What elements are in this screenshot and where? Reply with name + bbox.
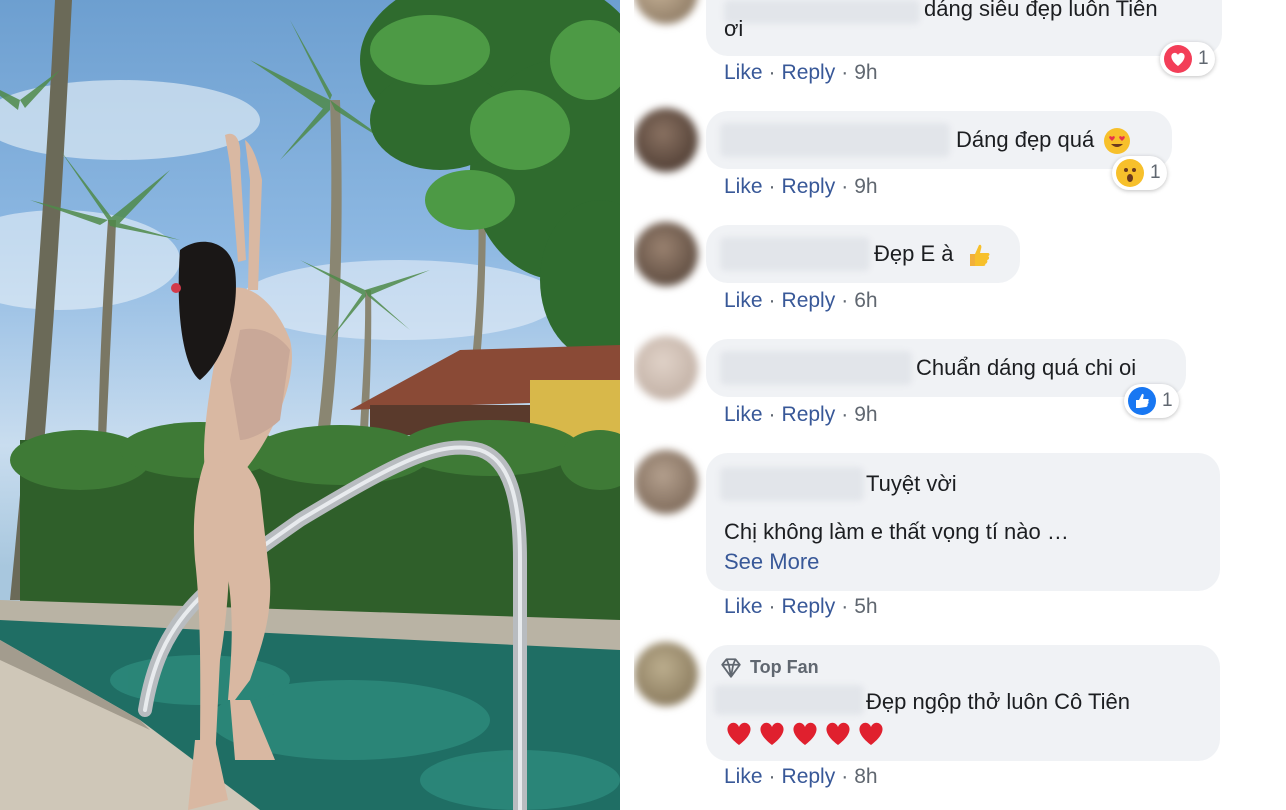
reply-link[interactable]: Reply <box>782 175 836 198</box>
separator: · <box>841 595 849 618</box>
commenter-name[interactable] <box>724 0 920 24</box>
like-link[interactable]: Like <box>724 61 763 84</box>
reply-link[interactable]: Reply <box>782 61 836 84</box>
comment-text: Đẹp E à <box>874 239 992 269</box>
comment-text: Đẹp ngộp thở luôn Cô Tiên <box>866 689 1130 714</box>
like-link[interactable]: Like <box>724 175 763 198</box>
separator: · <box>768 175 776 198</box>
comment-text-line2: ơi <box>724 16 744 41</box>
reply-link[interactable]: Reply <box>782 403 836 426</box>
wow-reaction-icon <box>1116 159 1144 187</box>
post-photo[interactable] <box>0 0 620 810</box>
red-heart-emoji-row <box>724 719 886 747</box>
comment-text: dáng siêu đẹp luôn Tiên <box>924 0 1158 21</box>
comment-time[interactable]: 9h <box>854 403 877 426</box>
heart-eyes-emoji-icon <box>1104 128 1131 155</box>
commenter-name[interactable] <box>720 467 864 501</box>
avatar[interactable] <box>634 108 698 172</box>
separator: · <box>768 61 776 84</box>
comment-bubble: Tuyệt vời Chị không làm e thất vọng tí n… <box>706 453 1220 591</box>
top-fan-badge: Top Fan <box>720 657 819 678</box>
avatar[interactable] <box>634 450 698 514</box>
comment-actions: Like · Reply · 6h <box>724 287 878 315</box>
commenter-name[interactable] <box>720 123 950 157</box>
comment-actions: Like · Reply · 5h <box>724 593 878 621</box>
comment-bubble: dáng siêu đẹp luôn Tiên ơi <box>706 0 1222 56</box>
separator: · <box>841 765 849 788</box>
reaction-summary[interactable]: 1 <box>1124 384 1179 418</box>
comment-text: Tuyệt vời <box>866 471 957 496</box>
reply-link[interactable]: Reply <box>782 765 836 788</box>
separator: · <box>841 61 849 84</box>
red-heart-emoji-icon <box>760 722 784 745</box>
reply-link[interactable]: Reply <box>782 289 836 312</box>
comment-text: Chuẩn dáng quá chi oi <box>916 355 1137 380</box>
comment-text-line2: Chị không làm e thất vọng tí nào … <box>724 519 1069 544</box>
like-link[interactable]: Like <box>724 289 763 312</box>
avatar[interactable] <box>634 222 698 286</box>
red-heart-emoji-icon <box>826 722 850 745</box>
like-link[interactable]: Like <box>724 765 763 788</box>
separator: · <box>768 595 776 618</box>
divider <box>620 0 634 810</box>
like-link[interactable]: Like <box>724 403 763 426</box>
commenter-name[interactable] <box>720 237 870 271</box>
like-link[interactable]: Like <box>724 595 763 618</box>
reaction-count: 1 <box>1198 48 1209 69</box>
comment-time[interactable]: 9h <box>854 175 877 198</box>
comment-text: Dáng đẹp quá <box>956 125 1131 155</box>
comment-bubble: Dáng đẹp quá <box>706 111 1172 169</box>
reaction-count: 1 <box>1162 390 1173 411</box>
reaction-summary[interactable]: 1 <box>1112 156 1167 190</box>
avatar[interactable] <box>634 642 698 706</box>
comment-time[interactable]: 8h <box>854 765 877 788</box>
comment-actions: Like · Reply · 9h <box>724 401 878 429</box>
pool-photo-illustration <box>0 0 620 810</box>
comment-time[interactable]: 9h <box>854 61 877 84</box>
separator: · <box>768 403 776 426</box>
like-reaction-icon <box>1128 387 1156 415</box>
commenter-name[interactable] <box>714 685 864 715</box>
red-heart-emoji-icon <box>859 722 883 745</box>
red-heart-emoji-icon <box>727 722 751 745</box>
see-more-link[interactable]: See More <box>724 547 819 577</box>
diamond-icon <box>721 657 741 678</box>
thumbs-up-emoji-icon <box>966 242 992 268</box>
commenter-name[interactable] <box>720 351 912 385</box>
separator: · <box>841 289 849 312</box>
reaction-count: 1 <box>1150 162 1161 183</box>
comment-bubble: Chuẩn dáng quá chi oi <box>706 339 1186 397</box>
separator: · <box>768 765 776 788</box>
comment-bubble: Top Fan Đẹp ngộp thở luôn Cô Tiên <box>706 645 1220 761</box>
reply-link[interactable]: Reply <box>782 595 836 618</box>
comment-bubble: Đẹp E à <box>706 225 1020 283</box>
separator: · <box>768 289 776 312</box>
reaction-summary[interactable]: 1 <box>1160 42 1215 76</box>
red-heart-emoji-icon <box>793 722 817 745</box>
comment-actions: Like · Reply · 8h <box>724 763 878 791</box>
comment-time[interactable]: 5h <box>854 595 877 618</box>
separator: · <box>841 403 849 426</box>
comment-time[interactable]: 6h <box>854 289 877 312</box>
avatar[interactable] <box>634 0 698 24</box>
avatar[interactable] <box>634 336 698 400</box>
comments-panel: dáng siêu đẹp luôn Tiên ơi 1 Like · Reply ·… <box>634 0 1286 810</box>
heart-reaction-icon <box>1164 45 1192 73</box>
comment-actions: Like · Reply · 9h <box>724 59 878 87</box>
separator: · <box>841 175 849 198</box>
comment-actions: Like · Reply · 9h <box>724 173 878 201</box>
